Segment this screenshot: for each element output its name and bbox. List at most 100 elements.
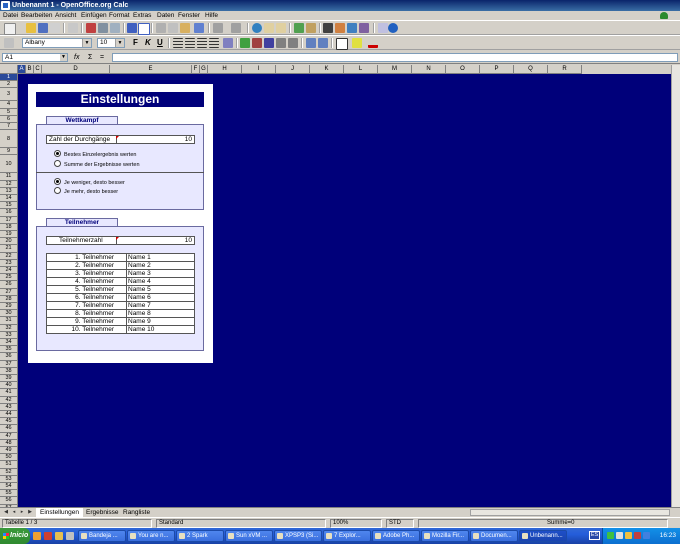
gallery-icon[interactable] — [347, 23, 357, 33]
open-folder-icon[interactable] — [26, 23, 36, 33]
merge-cells-icon[interactable] — [223, 38, 233, 48]
sum-icon[interactable]: Σ — [88, 53, 92, 62]
task-sun-xvm[interactable]: Sun xVM ... — [225, 530, 273, 542]
participant-name[interactable]: Name 6 — [126, 293, 195, 302]
column-header-r[interactable]: R — [548, 65, 582, 74]
status-insert-mode[interactable]: STD — [386, 519, 414, 528]
font-color-icon[interactable] — [368, 38, 378, 48]
row-header-38[interactable]: 38 — [0, 367, 18, 375]
column-header-d[interactable]: D — [42, 65, 110, 74]
tray-icon[interactable] — [607, 532, 614, 539]
toolbar-options-icon[interactable] — [384, 38, 394, 48]
row-header-6[interactable]: 6 — [0, 115, 18, 123]
hyperlink-icon[interactable] — [252, 23, 262, 33]
row-header-37[interactable]: 37 — [0, 360, 18, 368]
row-header-49[interactable]: 49 — [0, 447, 18, 455]
autospellcheck-icon[interactable] — [138, 23, 150, 35]
participant-name[interactable]: Name 5 — [126, 285, 195, 294]
insert-chart-icon[interactable] — [294, 23, 304, 33]
participant-name[interactable]: Name 7 — [126, 301, 195, 310]
column-header-g[interactable]: G — [200, 65, 208, 74]
menu-daten[interactable]: Daten — [157, 11, 174, 20]
participant-number[interactable]: 10. Teilnehmer — [46, 325, 127, 334]
tray-icon[interactable] — [625, 532, 632, 539]
row-header-48[interactable]: 48 — [0, 439, 18, 447]
row-header-7[interactable]: 7 — [0, 123, 18, 131]
task-explorer[interactable]: 7 Explor... — [323, 530, 371, 542]
sort-ascending-icon[interactable] — [264, 23, 274, 33]
status-page-style[interactable]: Standard — [156, 519, 326, 528]
row-header-51[interactable]: 51 — [0, 461, 18, 469]
row-header-33[interactable]: 33 — [0, 331, 18, 339]
participant-number[interactable]: 7. Teilnehmer — [46, 301, 127, 310]
print-preview-icon[interactable] — [110, 23, 120, 33]
radio-summe-ergebnisse[interactable]: Summe der Ergebnisse werten — [54, 160, 140, 169]
tab-rangliste[interactable]: Rangliste — [119, 508, 154, 517]
task-mozilla[interactable]: Mozilla Fir... — [421, 530, 469, 542]
remove-decimal-icon[interactable] — [288, 38, 298, 48]
column-header-i[interactable]: I — [242, 65, 276, 74]
row-header-46[interactable]: 46 — [0, 425, 18, 433]
edit-file-icon[interactable] — [68, 23, 78, 33]
add-decimal-icon[interactable] — [276, 38, 286, 48]
task-documents[interactable]: Documen... — [470, 530, 518, 542]
start-button[interactable]: Inicio — [0, 528, 30, 544]
task-unbenannt[interactable]: Unbenann... — [519, 530, 567, 542]
increase-indent-icon[interactable] — [318, 38, 328, 48]
find-replace-icon[interactable] — [323, 23, 333, 33]
row-header-24[interactable]: 24 — [0, 267, 18, 275]
row-header-28[interactable]: 28 — [0, 295, 18, 303]
row-header-9[interactable]: 9 — [0, 148, 18, 156]
participant-number[interactable]: 4. Teilnehmer — [46, 277, 127, 286]
row-header-17[interactable]: 17 — [0, 216, 18, 224]
row-header-45[interactable]: 45 — [0, 418, 18, 426]
radio-selected-icon[interactable] — [54, 150, 61, 157]
row-header-40[interactable]: 40 — [0, 382, 18, 390]
row-header-54[interactable]: 54 — [0, 483, 18, 491]
column-header-k[interactable]: K — [310, 65, 344, 74]
participant-number[interactable]: 6. Teilnehmer — [46, 293, 127, 302]
language-indicator[interactable]: ES — [589, 531, 600, 540]
font-size-combo[interactable]: 10 ▼ — [97, 38, 125, 48]
participant-name[interactable]: Name 2 — [126, 261, 195, 270]
radio-je-weniger[interactable]: Je weniger, desto besser — [54, 178, 125, 187]
function-icon[interactable]: = — [100, 53, 104, 62]
redo-icon[interactable] — [231, 23, 241, 33]
next-sheet-icon[interactable]: ▸ — [18, 509, 26, 516]
task-you-are[interactable]: You are n... — [127, 530, 175, 542]
column-header-n[interactable]: N — [412, 65, 446, 74]
prev-sheet-icon[interactable]: ◂ — [10, 509, 18, 516]
underline-button[interactable]: U — [157, 38, 163, 48]
data-sources-icon[interactable] — [359, 23, 369, 33]
quicklaunch-icon[interactable] — [55, 532, 63, 540]
save-icon[interactable] — [38, 23, 48, 33]
column-header-j[interactable]: J — [276, 65, 310, 74]
participant-number[interactable]: 9. Teilnehmer — [46, 317, 127, 326]
row-header-52[interactable]: 52 — [0, 468, 18, 476]
column-header-f[interactable]: F — [192, 65, 200, 74]
paste-icon[interactable] — [180, 23, 190, 33]
currency-format-icon[interactable] — [240, 38, 250, 48]
row-header-2[interactable]: 2 — [0, 81, 18, 89]
row-header-11[interactable]: 11 — [0, 173, 18, 181]
column-header-e[interactable]: E — [110, 65, 192, 74]
tray-icon[interactable] — [634, 532, 641, 539]
decrease-indent-icon[interactable] — [306, 38, 316, 48]
row-header-44[interactable]: 44 — [0, 411, 18, 419]
participant-number[interactable]: 2. Teilnehmer — [46, 261, 127, 270]
vertical-scrollbar[interactable] — [671, 65, 680, 507]
row-header-30[interactable]: 30 — [0, 310, 18, 318]
row-header-20[interactable]: 20 — [0, 238, 18, 246]
menu-datei[interactable]: Datei — [3, 11, 18, 20]
teilnehmerzahl-value[interactable]: 10 — [185, 237, 192, 244]
participant-name[interactable]: Name 4 — [126, 277, 195, 286]
row-header-5[interactable]: 5 — [0, 108, 18, 116]
align-left-icon[interactable] — [173, 38, 183, 48]
sort-descending-icon[interactable] — [276, 23, 286, 33]
column-header-m[interactable]: M — [378, 65, 412, 74]
durchgaenge-field[interactable]: Zahl der Durchgänge 10 — [46, 135, 195, 144]
horizontal-scrollbar[interactable] — [470, 509, 670, 516]
row-header-31[interactable]: 31 — [0, 317, 18, 325]
row-header-10[interactable]: 10 — [0, 155, 18, 174]
row-header-12[interactable]: 12 — [0, 180, 18, 188]
